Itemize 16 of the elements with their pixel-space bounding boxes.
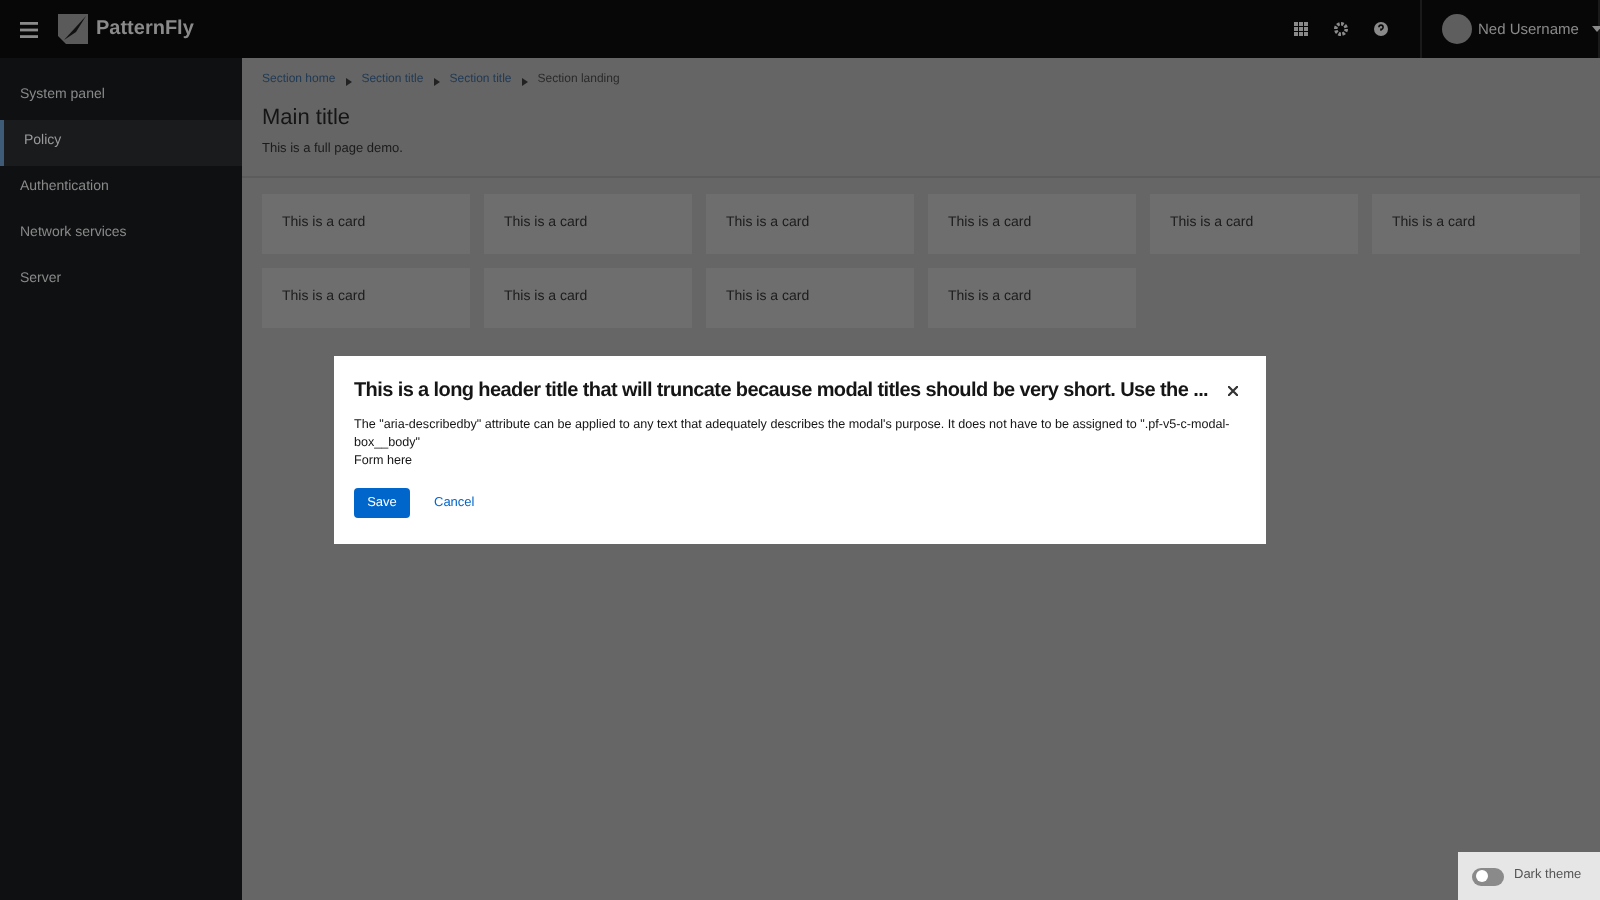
menu-icon[interactable] [20,21,38,37]
caret-icon [1592,26,1600,32]
page-title: Main title [262,104,353,134]
close-icon [1227,386,1237,396]
brand-name: PatternFly [96,16,194,44]
modal-title: This is a long header title that will truncate because modal titles should be very short. Use the ... [354,378,1209,406]
theme-switch[interactable] [1472,867,1504,885]
close-button[interactable] [1222,381,1242,401]
grid-icon[interactable] [1294,22,1308,36]
logo-icon [58,14,88,44]
chevron-icon [345,77,352,85]
settings-icon[interactable] [1334,22,1348,36]
help-icon[interactable] [1374,22,1388,36]
chevron-icon [433,77,440,85]
chevron-icon [521,77,528,85]
avatar-icon [1442,14,1472,44]
